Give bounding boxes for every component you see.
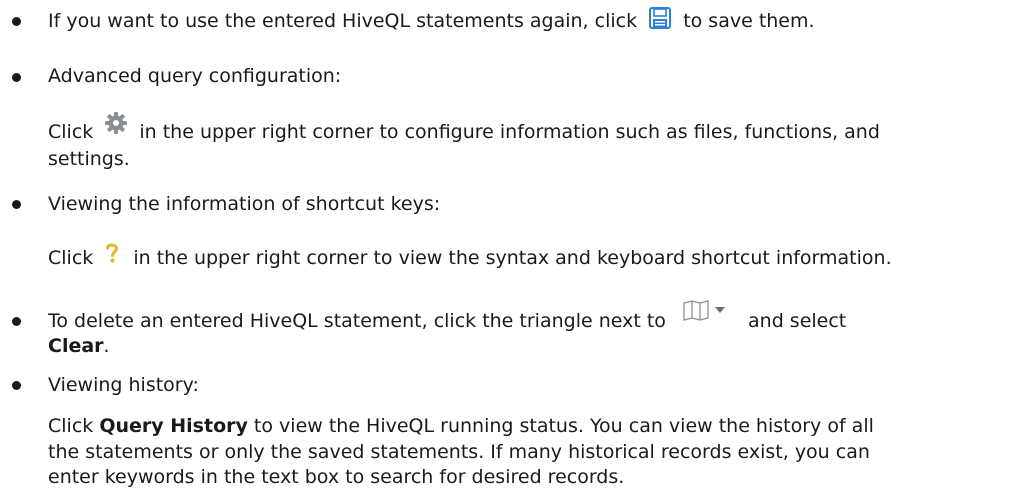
gear-icon[interactable]: [105, 111, 128, 134]
list-item-config-cont: settings.: [48, 148, 130, 170]
list-item-history: Click Query History to view the HiveQL r…: [48, 414, 874, 438]
item-text: If you want to use the entered HiveQL st…: [48, 10, 638, 32]
bullet: [12, 73, 21, 82]
item-text: to save them.: [683, 10, 815, 32]
bullet: [12, 200, 21, 209]
bullet: [12, 381, 21, 390]
list-item-config: Click in the upper right corner to confi…: [48, 111, 880, 144]
item-text: in the upper right corner to configure i…: [139, 121, 880, 143]
bullet: [12, 317, 21, 326]
book-icon[interactable]: [682, 299, 728, 321]
question-icon[interactable]: [105, 242, 119, 264]
list-item-save: If you want to use the entered HiveQL st…: [48, 6, 815, 33]
item-text: and select: [748, 310, 847, 332]
clear-label: Clear: [48, 335, 104, 357]
item-text: in the upper right corner to view the sy…: [133, 247, 892, 269]
item-text: to view the HiveQL running status. You c…: [247, 415, 874, 437]
list-item-delete: To delete an entered HiveQL statement, c…: [48, 299, 847, 333]
item-text: Click: [48, 415, 94, 437]
item-text: Click: [48, 121, 94, 143]
query-history-label: Query History: [99, 415, 248, 437]
list-item-shortcuts: Click in the upper right corner to view …: [48, 243, 892, 270]
list-item-delete-cont: Clear.: [48, 334, 110, 358]
save-icon[interactable]: [649, 6, 672, 29]
bullet: [12, 17, 21, 26]
list-item-title: Viewing the information of shortcut keys…: [48, 193, 441, 215]
item-text: .: [103, 335, 110, 357]
list-item-title: Advanced query configuration:: [48, 65, 342, 87]
item-text: To delete an entered HiveQL statement, c…: [48, 310, 666, 332]
item-text: Click: [48, 247, 94, 269]
list-item-history-cont: the statements or only the saved stateme…: [48, 441, 870, 463]
list-item-history-cont: enter keywords in the text box to search…: [48, 466, 625, 488]
list-item-title: Viewing history:: [48, 374, 199, 396]
